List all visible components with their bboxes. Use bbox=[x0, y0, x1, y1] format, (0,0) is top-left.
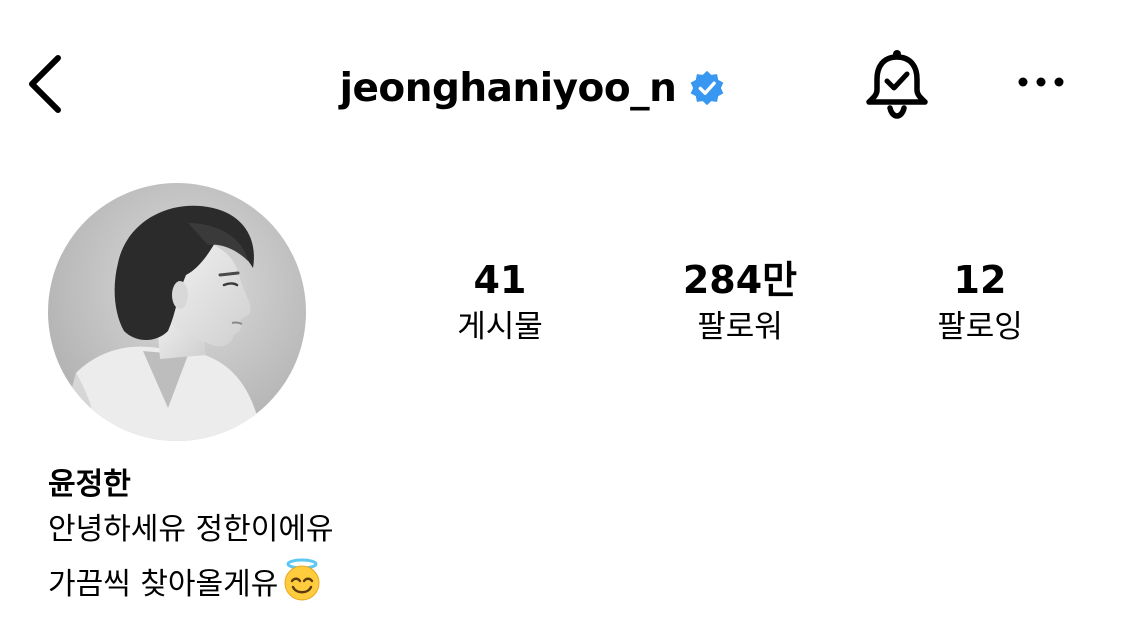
following-count: 12 bbox=[953, 258, 1007, 302]
profile-avatar[interactable] bbox=[48, 183, 306, 441]
back-button[interactable] bbox=[22, 50, 70, 114]
notification-bell-button[interactable] bbox=[862, 46, 932, 120]
bell-check-icon bbox=[866, 50, 928, 119]
following-label: 팔로잉 bbox=[937, 309, 1023, 345]
posts-label: 게시물 bbox=[457, 309, 543, 345]
profile-username: jeonghaniyoo_n bbox=[339, 65, 677, 111]
verified-badge-icon bbox=[691, 70, 724, 106]
followers-label: 팔로워 bbox=[697, 309, 783, 345]
top-navigation-bar: jeonghaniyoo_n bbox=[0, 0, 1124, 170]
stat-following[interactable]: 12 팔로잉 bbox=[880, 255, 1080, 349]
more-horizontal-icon bbox=[1018, 77, 1064, 87]
bio-line-2: 가끔씩 찾아올게유 bbox=[48, 558, 324, 607]
profile-display-name: 윤정한 bbox=[48, 467, 131, 502]
more-options-button[interactable] bbox=[1014, 62, 1068, 102]
followers-count: 284만 bbox=[682, 258, 798, 302]
stat-posts[interactable]: 41 게시물 bbox=[400, 255, 600, 349]
stat-followers[interactable]: 284만 팔로워 bbox=[640, 255, 840, 349]
posts-count: 41 bbox=[473, 258, 527, 302]
chevron-left-icon bbox=[29, 55, 61, 113]
title-container: jeonghaniyoo_n bbox=[0, 58, 1124, 118]
smiling-face-with-halo-icon bbox=[284, 558, 320, 601]
bio-line-1-text: 안녕하세유 정한이에유 bbox=[48, 512, 334, 547]
bio-line-1: 안녕하세유 정한이에유 bbox=[48, 508, 334, 552]
bio-line-2-text: 가끔씩 찾아올게유 bbox=[48, 567, 279, 602]
avatar-photo bbox=[48, 183, 306, 441]
